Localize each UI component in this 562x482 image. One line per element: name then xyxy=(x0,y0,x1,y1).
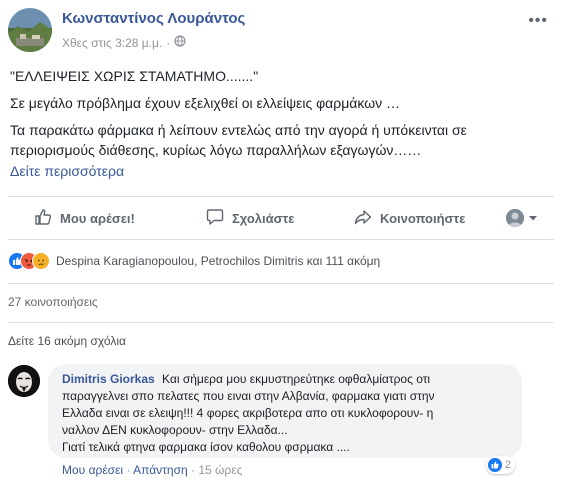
comment-author[interactable]: Dimitris Giorkas xyxy=(62,372,155,386)
user-avatar-small xyxy=(506,209,524,227)
commenter-avatar[interactable] xyxy=(8,365,40,397)
comment-time[interactable]: 15 ώρες xyxy=(198,463,242,477)
post-as-selector[interactable] xyxy=(506,197,538,239)
comment-label: Σχολιάστε xyxy=(232,210,295,226)
share-label: Κοινοποιήστε xyxy=(380,210,466,226)
post-timestamp[interactable]: Χθες στις 3:28 μ.μ. xyxy=(62,36,162,50)
post-text-line: Σε μεγάλο πρόβλημα έχουν εξελιχθεί οι ελ… xyxy=(10,95,401,111)
thumbs-up-icon xyxy=(34,208,52,229)
author-avatar[interactable] xyxy=(8,8,52,52)
shares-count[interactable]: 27 κοινοποιήσεις xyxy=(8,295,98,309)
post-action-bar: Μου αρέσει! Σχολιάστε Κοινοποιήστε xyxy=(8,196,554,240)
comment-text-line: Γιατί τελικά φτηνα φαρμακα ίσον καθολου … xyxy=(62,440,350,454)
post-author-name[interactable]: Κωνσταντίνος Λουράντος xyxy=(62,10,245,27)
post-text-line: Τα παρακάτω φάρμακα ή λείπουν εντελώς απ… xyxy=(10,122,467,138)
post-text-line: "ΕΛΛΕΙΨΕΙΣ ΧΩΡΙΣ ΣΤΑΜΑΤΗΜΟ......." xyxy=(10,68,259,84)
comment-actions: Μου αρέσει · Απάντηση · 15 ώρες xyxy=(62,463,243,477)
reactions-summary[interactable]: Despina Karagianopoulou, Petrochilos Dim… xyxy=(8,252,380,270)
like-reaction-icon xyxy=(488,458,502,472)
like-button[interactable]: Μου αρέσει! xyxy=(34,197,135,239)
comment-button[interactable]: Σχολιάστε xyxy=(206,197,294,239)
meta-dot: · xyxy=(166,35,171,50)
post-text-line: περιορισμούς διάθεσης, κυρίως λόγω παραλ… xyxy=(10,142,422,158)
comment-reaction-count[interactable]: 2 xyxy=(486,456,516,474)
comment-first-line: Dimitris Giorkas Και σήμερα μου εκμυστηρ… xyxy=(62,371,430,388)
post-meta: Χθες στις 3:28 μ.μ. · xyxy=(62,35,186,50)
comment-text-line: Ελλαδα ειναι σε ελειψη!!! 4 φορες ακριβο… xyxy=(62,406,434,420)
divider xyxy=(8,283,554,284)
chevron-down-icon xyxy=(528,211,538,226)
view-more-comments-link[interactable]: Δείτε 16 ακόμη σχόλια xyxy=(8,334,126,348)
comment-text-line: ναλλον ΔΕΝ κυκλοφορουν- στην Ελλαδα... xyxy=(62,423,288,437)
comment-like-link[interactable]: Μου αρέσει xyxy=(62,463,123,477)
see-more-link[interactable]: Δείτε περισσότερα xyxy=(10,163,124,179)
reaction-icons xyxy=(8,252,50,270)
sad-reaction-icon xyxy=(32,252,50,270)
comment-text-line: παραγγελνει σπο πελατες που ειναι στην Α… xyxy=(62,389,435,403)
share-arrow-icon xyxy=(354,208,372,229)
comment-reply-link[interactable]: Απάντηση xyxy=(133,463,188,477)
share-button[interactable]: Κοινοποιήστε xyxy=(354,197,465,239)
reactions-summary-text: Despina Karagianopoulou, Petrochilos Dim… xyxy=(56,254,381,268)
globe-icon xyxy=(174,35,186,50)
divider xyxy=(8,322,554,323)
more-options-icon[interactable]: ••• xyxy=(528,12,548,30)
like-label: Μου αρέσει! xyxy=(60,210,135,226)
comment-text-line: Και σήμερα μου εκμυστηρεύτηκε οφθαλμίατρ… xyxy=(162,372,431,386)
comment-reaction-number: 2 xyxy=(505,459,512,471)
comment-bubble-icon xyxy=(206,208,224,229)
